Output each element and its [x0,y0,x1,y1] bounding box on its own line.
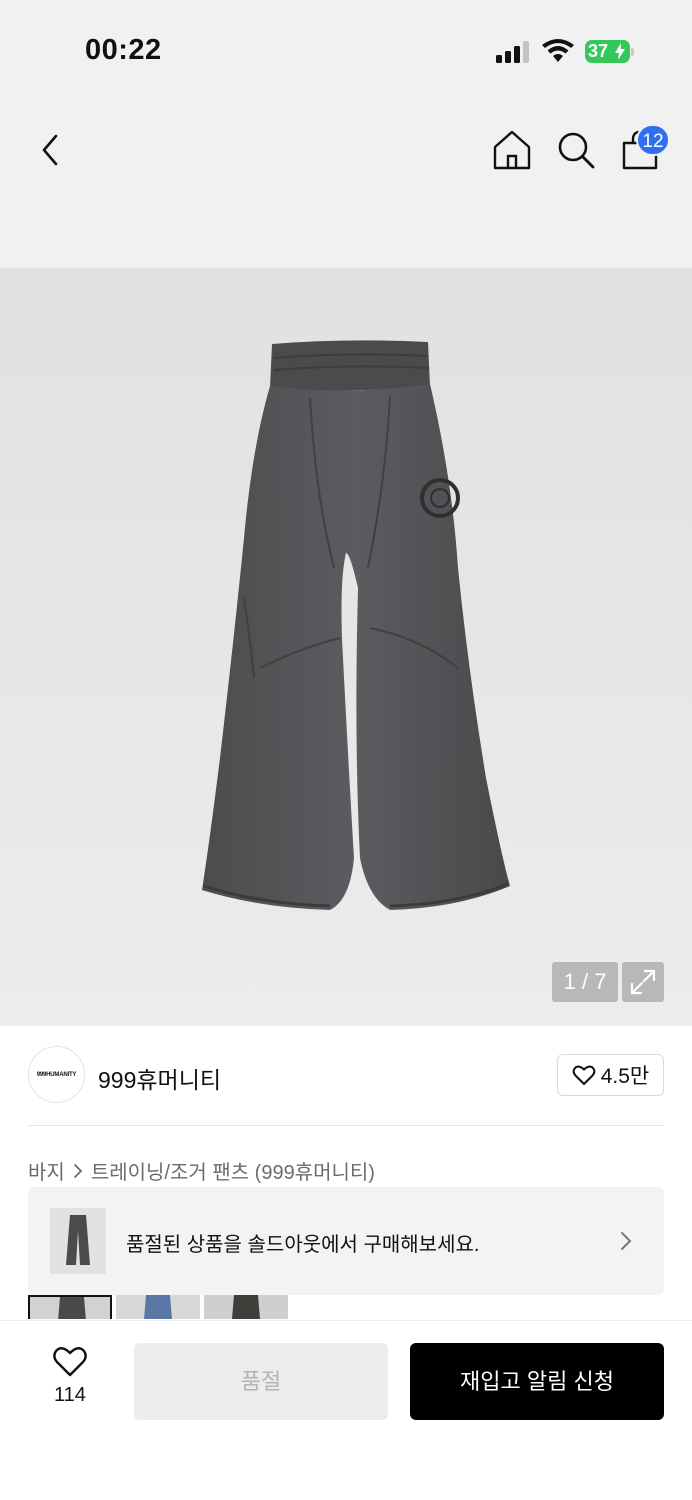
soldout-button: 품절 [134,1343,388,1420]
battery-charging-icon: 37 [585,40,635,64]
cart-count-badge: 12 [636,124,670,156]
product-image-gallery[interactable] [0,268,692,1026]
breadcrumb-subcategory[interactable]: 트레이닝/조거 팬츠 (999휴머니티) [91,1156,375,1185]
back-button[interactable] [30,128,70,172]
soldout-marketplace-banner[interactable]: 품절된 상품을 솔드아웃에서 구매해보세요. [28,1187,664,1295]
product-photo-wide-leg-pants [202,340,510,910]
color-option-charcoal[interactable] [28,1295,112,1319]
wish-button[interactable]: 114 [40,1345,100,1415]
banner-text: 품절된 상품을 솔드아웃에서 구매해보세요. [126,1234,480,1256]
bottom-action-bar: 114 품절 재입고 알림 신청 [0,1320,692,1500]
heart-outline-icon [53,1347,87,1377]
brand-row: 999HUMANITY 999휴머니티 4.5만 [0,1026,692,1126]
wifi-icon [542,39,574,62]
search-icon[interactable] [554,128,598,172]
brand-name[interactable]: 999휴머니티 [98,1061,221,1095]
home-icon[interactable] [490,128,534,172]
signal-icon [496,41,529,63]
status-time: 00:22 [85,34,162,66]
image-current: 1 [563,969,576,994]
banner-product-thumbnail [50,1208,106,1274]
image-counter: 1 / 7 [552,962,618,1002]
expand-image-button[interactable] [622,962,664,1002]
brand-like-button[interactable]: 4.5만 [557,1054,664,1096]
brand-logo[interactable]: 999HUMANITY [28,1046,85,1103]
image-total: 7 [594,969,607,994]
expand-icon [630,969,656,995]
nav-bar [0,110,692,190]
battery-level: 37 [588,41,609,61]
color-option-blue[interactable] [116,1295,200,1319]
image-separator: / [581,969,589,994]
brand-logo-text: 999HUMANITY [36,1071,77,1078]
divider [28,1125,664,1126]
breadcrumb-category[interactable]: 바지 [28,1156,65,1185]
bolt-icon [615,43,625,60]
wish-count: 114 [54,1384,86,1406]
color-options [28,1295,328,1319]
brand-like-count: 4.5만 [600,1065,650,1088]
chevron-right-icon [621,1232,632,1250]
color-option-black[interactable] [204,1295,288,1319]
status-bar: 00:22 37 [0,0,692,100]
chevron-right-icon [73,1163,83,1178]
heart-outline-icon [572,1065,596,1085]
restock-alert-button[interactable]: 재입고 알림 신청 [410,1343,664,1420]
breadcrumb: 바지 트레이닝/조거 팬츠 (999휴머니티) [28,1156,375,1185]
back-chevron-icon [42,134,58,166]
